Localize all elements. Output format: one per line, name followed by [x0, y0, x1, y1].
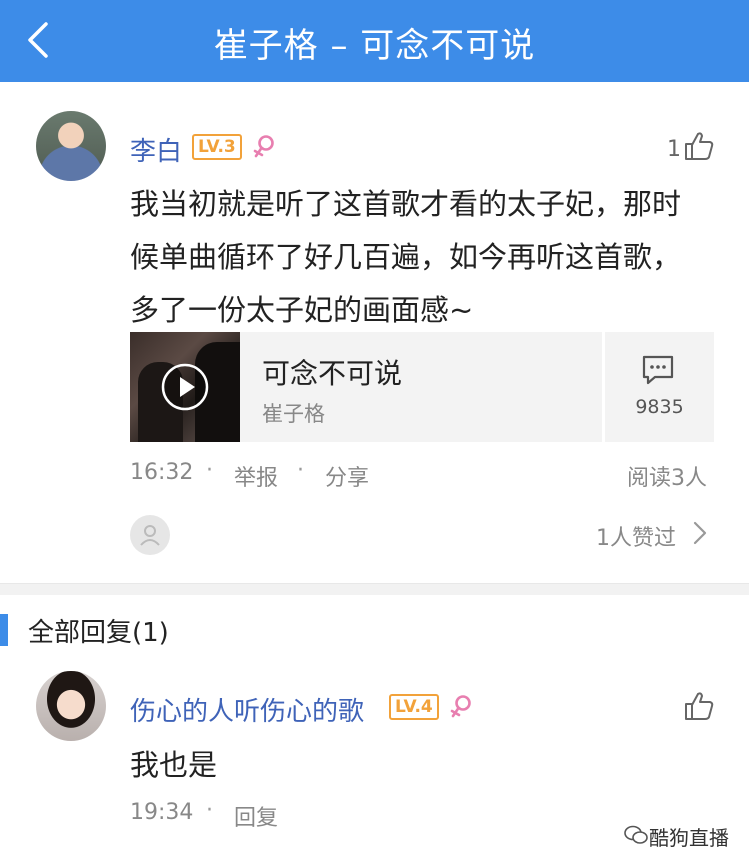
card-divider — [602, 332, 605, 442]
comment-line: 多了一份太子妃的画面感~ — [130, 293, 474, 327]
report-button[interactable]: 举报 — [234, 460, 278, 492]
section-divider — [0, 583, 749, 595]
read-count: 阅读3人 — [627, 466, 707, 491]
reply-text: 我也是 — [130, 748, 218, 782]
like-count: 1 — [667, 137, 681, 162]
liked-by-count[interactable]: 1人赞过 — [596, 520, 676, 552]
chevron-right-icon[interactable] — [692, 520, 708, 546]
female-icon — [450, 695, 471, 718]
default-user-icon — [140, 525, 160, 546]
username[interactable]: 李白 — [130, 131, 182, 168]
share-button[interactable]: 分享 — [325, 460, 369, 492]
comment-bubble-icon[interactable] — [641, 354, 675, 386]
page-title: 崔子格 – 可念不可说 — [213, 26, 536, 66]
level-badge: LV.3 — [192, 134, 242, 160]
reply-time: 19:34 — [130, 800, 194, 825]
watermark-text: 酷狗直播 — [649, 826, 729, 850]
liker-avatar[interactable] — [130, 515, 170, 555]
separator-dot: · — [206, 458, 213, 483]
section-accent-bar — [0, 614, 8, 646]
song-card[interactable]: 可念不可说 崔子格 9835 — [130, 332, 714, 442]
thumbs-up-icon[interactable] — [683, 130, 715, 162]
comment-text: 我当初就是听了这首歌才看的太子妃，那时 候单曲循环了好几百遍，如今再听这首歌， … — [130, 178, 720, 337]
level-badge: LV.4 — [389, 694, 439, 720]
reply-button[interactable]: 回复 — [234, 800, 278, 832]
female-icon — [253, 135, 274, 158]
wechat-icon — [624, 825, 648, 844]
comment-line: 候单曲循环了好几百遍，如今再听这首歌， — [130, 240, 682, 274]
separator-dot: · — [206, 798, 213, 823]
song-cover-image — [130, 332, 240, 442]
username[interactable]: 伤心的人听伤心的歌 — [130, 691, 364, 728]
avatar[interactable] — [36, 671, 106, 741]
song-title: 可念不可说 — [262, 357, 403, 390]
avatar[interactable] — [36, 111, 106, 181]
comment-time: 16:32 — [130, 460, 194, 485]
song-comment-count: 9835 — [635, 396, 684, 418]
song-artist: 崔子格 — [262, 402, 325, 426]
comment-line: 我当初就是听了这首歌才看的太子妃，那时 — [130, 187, 682, 221]
play-icon[interactable] — [161, 363, 209, 411]
thumbs-up-icon[interactable] — [683, 690, 715, 722]
top-bar: 崔子格 – 可念不可说 — [0, 0, 749, 82]
section-title: 全部回复(1) — [28, 618, 169, 648]
separator-dot: · — [297, 458, 304, 483]
